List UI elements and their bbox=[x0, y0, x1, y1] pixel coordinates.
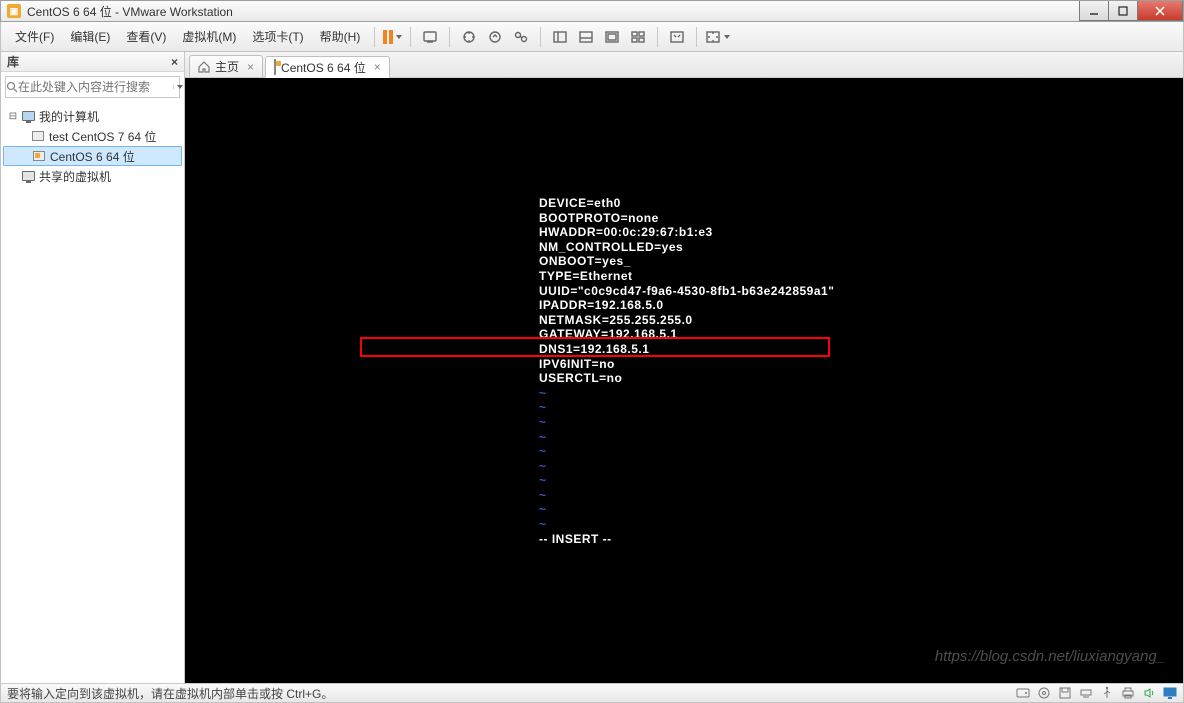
window-controls bbox=[1080, 1, 1183, 21]
terminal-tilde: ~ bbox=[539, 430, 1183, 445]
device-tray bbox=[1016, 686, 1177, 700]
cd-icon[interactable] bbox=[1037, 686, 1051, 700]
menu-tabs[interactable]: 选项卡(T) bbox=[244, 26, 311, 47]
maximize-button[interactable] bbox=[1108, 1, 1138, 21]
terminal-line: BOOTPROTO=none bbox=[539, 211, 1183, 226]
tree-item-label: CentOS 6 64 位 bbox=[50, 148, 135, 165]
tab-home-label: 主页 bbox=[215, 58, 239, 75]
terminal-tilde: ~ bbox=[539, 415, 1183, 430]
tree-item-vm1[interactable]: test CentOS 7 64 位 bbox=[3, 126, 182, 146]
terminal-line: ONBOOT=yes_ bbox=[539, 254, 1183, 269]
menu-file[interactable]: 文件(F) bbox=[7, 26, 62, 47]
shared-icon bbox=[21, 169, 35, 183]
tree-root-label: 我的计算机 bbox=[39, 108, 99, 125]
tree-shared-vms[interactable]: 共享的虚拟机 bbox=[3, 166, 182, 186]
printer-icon[interactable] bbox=[1121, 686, 1135, 700]
terminal-line: TYPE=Ethernet bbox=[539, 269, 1183, 284]
tab-home[interactable]: 主页 × bbox=[189, 55, 263, 77]
terminal-line: IPV6INIT=no bbox=[539, 357, 1183, 372]
terminal-tilde: ~ bbox=[539, 517, 1183, 532]
vm-tab-icon bbox=[32, 149, 46, 163]
terminal-tilde: ~ bbox=[539, 473, 1183, 488]
vm-tab-icon bbox=[274, 60, 276, 74]
display-icon[interactable] bbox=[1163, 686, 1177, 700]
vmware-app-icon: ▣ bbox=[7, 4, 21, 18]
window-title: CentOS 6 64 位 - VMware Workstation bbox=[27, 3, 233, 20]
watermark-text: https://blog.csdn.net/liuxiangyang_ bbox=[935, 648, 1165, 665]
terminal-line: HWADDR=00:0c:29:67:b1:e3 bbox=[539, 225, 1183, 240]
tree-item-label: test CentOS 7 64 位 bbox=[49, 128, 156, 145]
snapshot-manager-icon[interactable] bbox=[510, 26, 532, 48]
terminal-line: NM_CONTROLLED=yes bbox=[539, 240, 1183, 255]
tree-item-vm2[interactable]: CentOS 6 64 位 bbox=[3, 146, 182, 166]
tab-active-label: CentOS 6 64 位 bbox=[281, 59, 366, 76]
terminal-line: DNS1=192.168.5.1 bbox=[539, 342, 1183, 357]
terminal-line: UUID="c0c9cd47-f9a6-4530-8fb1-b63e242859… bbox=[539, 284, 1183, 299]
terminal-tilde: ~ bbox=[539, 400, 1183, 415]
library-header: 库 × bbox=[1, 52, 184, 72]
content-area: 主页 × CentOS 6 64 位 × DEVICE=eth0 BOOTPRO… bbox=[185, 52, 1183, 683]
power-pause-button[interactable] bbox=[381, 28, 404, 46]
home-icon bbox=[198, 61, 210, 73]
network-icon[interactable] bbox=[1079, 686, 1093, 700]
terminal-output: DEVICE=eth0 BOOTPROTO=none HWADDR=00:0c:… bbox=[185, 78, 1183, 546]
menu-help[interactable]: 帮助(H) bbox=[312, 26, 369, 47]
library-title: 库 bbox=[7, 53, 19, 70]
send-ctrl-alt-del-icon[interactable] bbox=[419, 26, 441, 48]
menu-vm[interactable]: 虚拟机(M) bbox=[174, 26, 244, 47]
view-console-icon[interactable] bbox=[601, 26, 623, 48]
menubar: 文件(F) 编辑(E) 查看(V) 虚拟机(M) 选项卡(T) 帮助(H) bbox=[0, 22, 1184, 52]
document-tabs: 主页 × CentOS 6 64 位 × bbox=[185, 52, 1183, 78]
terminal-line: GATEWAY=192.168.5.1 bbox=[539, 327, 1183, 342]
view-single-icon[interactable] bbox=[549, 26, 571, 48]
terminal-tilde: ~ bbox=[539, 502, 1183, 517]
library-close-icon[interactable]: × bbox=[171, 55, 178, 69]
terminal-line: NETMASK=255.255.255.0 bbox=[539, 313, 1183, 328]
view-unity-icon[interactable] bbox=[575, 26, 597, 48]
library-tree: ⊟ 我的计算机 test CentOS 7 64 位 CentOS 6 64 位… bbox=[1, 102, 184, 190]
view-thumbnail-icon[interactable] bbox=[627, 26, 649, 48]
snapshot-revert-icon[interactable] bbox=[484, 26, 506, 48]
tab-close-icon[interactable]: × bbox=[374, 60, 381, 74]
fullscreen-enter-icon[interactable] bbox=[666, 26, 688, 48]
tree-root-my-computer[interactable]: ⊟ 我的计算机 bbox=[3, 106, 182, 126]
search-dropdown-icon[interactable] bbox=[173, 85, 183, 89]
main-area: 库 × ⊟ 我的计算机 test CentOS 7 64 位 CentOS 6 … bbox=[0, 52, 1184, 683]
vm-tab-icon bbox=[31, 129, 45, 143]
tree-shared-label: 共享的虚拟机 bbox=[39, 168, 111, 185]
window-titlebar: ▣ CentOS 6 64 位 - VMware Workstation bbox=[0, 0, 1184, 22]
menu-view[interactable]: 查看(V) bbox=[118, 26, 174, 47]
sound-icon[interactable] bbox=[1142, 686, 1156, 700]
terminal-tilde: ~ bbox=[539, 386, 1183, 401]
terminal-tilde: ~ bbox=[539, 488, 1183, 503]
terminal-tilde: ~ bbox=[539, 444, 1183, 459]
menu-edit[interactable]: 编辑(E) bbox=[62, 26, 118, 47]
terminal-line: USERCTL=no bbox=[539, 371, 1183, 386]
tab-active-vm[interactable]: CentOS 6 64 位 × bbox=[265, 56, 390, 78]
disk-icon[interactable] bbox=[1016, 686, 1030, 700]
computer-icon bbox=[21, 109, 35, 123]
status-text: 要将输入定向到该虚拟机，请在虚拟机内部单击或按 Ctrl+G。 bbox=[7, 685, 333, 702]
minimize-button[interactable] bbox=[1079, 1, 1109, 21]
stretch-guest-button[interactable] bbox=[703, 27, 732, 47]
library-search-input[interactable] bbox=[18, 77, 173, 97]
floppy-icon[interactable] bbox=[1058, 686, 1072, 700]
terminal-line: DEVICE=eth0 bbox=[539, 196, 1183, 211]
library-sidebar: 库 × ⊟ 我的计算机 test CentOS 7 64 位 CentOS 6 … bbox=[1, 52, 185, 683]
search-icon bbox=[6, 81, 18, 93]
tab-close-icon[interactable]: × bbox=[247, 60, 254, 74]
status-bar: 要将输入定向到该虚拟机，请在虚拟机内部单击或按 Ctrl+G。 bbox=[0, 683, 1184, 703]
terminal-tilde: ~ bbox=[539, 459, 1183, 474]
usb-icon[interactable] bbox=[1100, 686, 1114, 700]
snapshot-take-icon[interactable] bbox=[458, 26, 480, 48]
terminal-mode: -- INSERT -- bbox=[539, 532, 1183, 547]
library-search bbox=[5, 76, 180, 98]
vm-console[interactable]: DEVICE=eth0 BOOTPROTO=none HWADDR=00:0c:… bbox=[185, 78, 1183, 683]
terminal-line: IPADDR=192.168.5.0 bbox=[539, 298, 1183, 313]
close-button[interactable] bbox=[1137, 1, 1183, 21]
